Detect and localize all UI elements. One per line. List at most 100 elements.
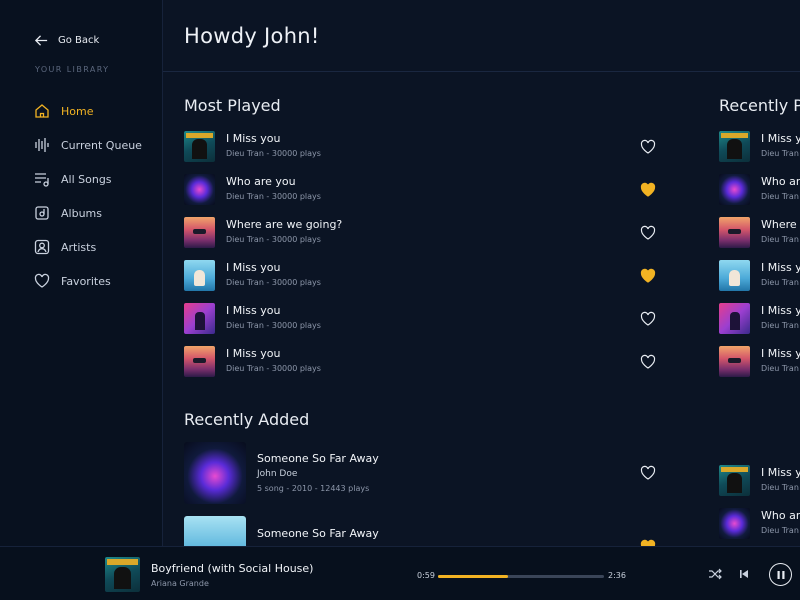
song-meta: Dieu Tran - 30000 plays — [226, 321, 321, 330]
total-time: 2:36 — [608, 571, 626, 580]
sidebar-item-albums[interactable]: Albums — [34, 196, 159, 230]
album-cover — [184, 260, 215, 291]
album-cover — [184, 442, 246, 504]
most-played-list: I Miss you Dieu Tran - 30000 plays Who a… — [184, 125, 656, 383]
sidebar-item-label: Albums — [61, 206, 102, 220]
shuffle-icon[interactable] — [707, 566, 723, 582]
go-back-button[interactable]: Go Back — [34, 33, 99, 48]
song-title: Where are we going? — [226, 218, 343, 231]
main-content: Howdy John! Most Played I Miss you Dieu … — [163, 0, 800, 546]
list-item[interactable]: Who ar Dieu Tran — [719, 508, 800, 539]
now-playing-cover — [105, 557, 140, 592]
page-title: Howdy John! — [184, 23, 320, 48]
list-item[interactable]: I Miss y Dieu Tran — [719, 346, 800, 377]
most-played-title: Most Played — [184, 96, 281, 115]
list-item[interactable]: I Miss you Dieu Tran - 30000 plays — [184, 254, 656, 297]
list-item[interactable]: Where are we going? Dieu Tran - 30000 pl… — [184, 211, 656, 254]
song-title: I Miss you — [226, 347, 281, 360]
sidebar-item-label: Current Queue — [61, 138, 142, 152]
album-cover — [184, 217, 215, 248]
album-title: Someone So Far Away — [257, 451, 379, 465]
heart-outline-icon[interactable] — [640, 311, 656, 327]
now-playing-artist: Ariana Grande — [151, 579, 209, 588]
pause-icon — [777, 570, 784, 579]
sidebar-item-favorites[interactable]: Favorites — [34, 264, 159, 298]
album-cover — [719, 465, 750, 496]
song-meta: Dieu Tran - 30000 plays — [226, 278, 321, 287]
album-cover — [719, 131, 750, 162]
song-meta: Dieu Tran — [761, 149, 799, 158]
song-meta: Dieu Tran - 30000 plays — [226, 149, 321, 158]
album-artist: John Doe — [257, 468, 298, 479]
go-back-label: Go Back — [58, 35, 100, 46]
album-cover — [719, 260, 750, 291]
list-item[interactable]: I Miss y Dieu Tran — [719, 465, 800, 496]
album-cover — [719, 174, 750, 205]
heart-outline-icon[interactable] — [640, 465, 656, 481]
progress-fill — [438, 575, 508, 578]
list-item[interactable]: Who ar Dieu Tran — [719, 174, 800, 205]
recently-added-title: Recently Added — [184, 410, 310, 429]
list-item[interactable]: Where Dieu Tran — [719, 217, 800, 248]
heart-filled-icon[interactable] — [640, 539, 656, 546]
list-item[interactable]: I Miss y Dieu Tran — [719, 303, 800, 334]
sidebar-item-label: Home — [61, 104, 94, 118]
heart-outline-icon[interactable] — [640, 139, 656, 155]
song-meta: Dieu Tran - 30000 plays — [226, 364, 321, 373]
previous-icon[interactable] — [736, 566, 752, 582]
progress-bar[interactable] — [438, 575, 604, 578]
album-cover — [184, 516, 246, 546]
list-item[interactable]: I Miss you Dieu Tran - 30000 plays — [184, 340, 656, 383]
heart-filled-icon[interactable] — [640, 268, 656, 284]
heart-outline-icon[interactable] — [640, 225, 656, 241]
heart-filled-icon[interactable] — [640, 182, 656, 198]
album-icon — [34, 205, 50, 221]
song-meta: Dieu Tran — [761, 483, 799, 492]
pause-button[interactable] — [769, 563, 792, 586]
song-title: I Miss y — [761, 466, 800, 479]
sidebar-item-all-songs[interactable]: All Songs — [34, 162, 159, 196]
recently-played-title: Recently P — [719, 96, 800, 115]
now-playing-title: Boyfriend (with Social House) — [151, 562, 314, 575]
player-bar: Boyfriend (with Social House) Ariana Gra… — [0, 546, 800, 600]
song-title: Who ar — [761, 509, 800, 522]
page-header: Howdy John! — [163, 0, 800, 72]
album-meta: 5 song - 2010 - 12443 plays — [257, 483, 370, 493]
song-title: I Miss y — [761, 304, 800, 317]
song-meta: Dieu Tran — [761, 321, 799, 330]
list-item[interactable]: Someone So Far Away — [184, 516, 656, 546]
sidebar-item-current-queue[interactable]: Current Queue — [34, 128, 159, 162]
album-cover — [184, 346, 215, 377]
song-meta: Dieu Tran — [761, 278, 799, 287]
arrow-left-icon — [34, 35, 48, 46]
song-title: Who ar — [761, 175, 800, 188]
list-item[interactable]: Someone So Far Away John Doe 5 song - 20… — [184, 442, 656, 504]
equalizer-icon — [34, 137, 50, 153]
album-cover — [719, 346, 750, 377]
list-item[interactable]: Who are you Dieu Tran - 30000 plays — [184, 168, 656, 211]
playlist-icon — [34, 171, 50, 187]
sidebar-item-home[interactable]: Home — [34, 94, 159, 128]
heart-icon — [34, 273, 50, 289]
song-meta: Dieu Tran — [761, 526, 799, 535]
album-cover — [184, 131, 215, 162]
list-item[interactable]: I Miss you Dieu Tran - 30000 plays — [184, 125, 656, 168]
heart-outline-icon[interactable] — [640, 354, 656, 370]
sidebar-item-label: Artists — [61, 240, 97, 254]
album-cover — [184, 174, 215, 205]
list-item[interactable]: I Miss y Dieu Tran — [719, 131, 800, 162]
artist-icon — [34, 239, 50, 255]
song-title: I Miss you — [226, 132, 281, 145]
sidebar-nav: Home Current Queue All Songs Albums Arti… — [34, 94, 159, 298]
sidebar-item-artists[interactable]: Artists — [34, 230, 159, 264]
song-title: I Miss y — [761, 132, 800, 145]
sidebar-item-label: Favorites — [61, 274, 111, 288]
list-item[interactable]: I Miss y Dieu Tran — [719, 260, 800, 291]
song-title: Who are you — [226, 175, 296, 188]
song-meta: Dieu Tran — [761, 364, 799, 373]
song-title: I Miss you — [226, 261, 281, 274]
list-item[interactable]: I Miss you Dieu Tran - 30000 plays — [184, 297, 656, 340]
song-title: I Miss y — [761, 347, 800, 360]
song-title: Where — [761, 218, 797, 231]
current-time: 0:59 — [417, 571, 435, 580]
